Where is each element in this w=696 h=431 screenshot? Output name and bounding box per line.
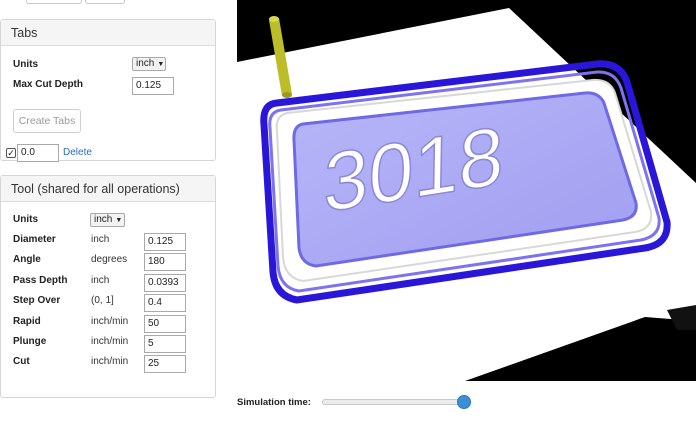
tool-units-value: inch — [94, 214, 113, 225]
tabs-units-value: inch — [136, 58, 155, 69]
tab-enabled-checkbox[interactable]: ✓ — [6, 148, 16, 158]
rapid-input[interactable]: 50 — [144, 315, 186, 333]
plunge-label: Plunge — [13, 336, 47, 347]
top-clipped-input-1[interactable] — [26, 0, 82, 4]
cut-input[interactable]: 25 — [144, 355, 186, 373]
diameter-label: Diameter — [13, 234, 56, 245]
angle-unit: degrees — [91, 254, 128, 265]
tool-units-select[interactable]: inch ▼ — [90, 213, 125, 227]
step-over-input[interactable]: 0.4 — [144, 294, 186, 312]
tabs-panel: Tabs Units inch ▼ Max Cut Depth 0.125 Cre… — [0, 19, 216, 162]
tool-panel: Tool (shared for all operations) Units i… — [0, 175, 216, 398]
plunge-unit: inch/min — [91, 336, 129, 347]
diameter-input[interactable]: 0.125 — [144, 233, 186, 251]
tabs-units-label: Units — [13, 59, 38, 70]
max-cut-depth-label: Max Cut Depth — [13, 79, 83, 90]
simulation-time-slider-handle[interactable] — [457, 395, 471, 409]
simulation-time-slider-track[interactable] — [322, 399, 468, 405]
plunge-input[interactable]: 5 — [144, 335, 186, 353]
cut-label: Cut — [13, 356, 30, 367]
tabs-panel-title: Tabs — [1, 20, 215, 46]
checkmark-icon: ✓ — [7, 148, 15, 158]
stock-render: 3018 — [237, 8, 696, 381]
rapid-label: Rapid — [13, 316, 41, 327]
max-cut-depth-input[interactable]: 0.125 — [132, 77, 174, 95]
angle-label: Angle — [13, 254, 41, 265]
tool-units-label: Units — [13, 214, 38, 225]
pass-depth-label: Pass Depth — [13, 275, 68, 286]
cut-unit: inch/min — [91, 356, 129, 367]
rapid-unit: inch/min — [91, 316, 129, 327]
top-clipped-input-2[interactable] — [85, 0, 125, 4]
pass-depth-input[interactable]: 0.0393 — [144, 274, 186, 292]
create-tabs-button[interactable]: Create Tabs — [13, 109, 81, 133]
tab-delete-link[interactable]: Delete — [63, 144, 92, 162]
simulation-time-label: Simulation time: — [237, 397, 311, 408]
angle-input[interactable]: 180 — [144, 253, 186, 271]
step-over-label: Step Over — [13, 295, 61, 306]
step-over-unit: (0, 1] — [91, 295, 114, 306]
tab-position-input[interactable]: 0.0 — [17, 144, 59, 162]
tool-panel-title: Tool (shared for all operations) — [1, 176, 215, 202]
pass-depth-unit: inch — [91, 275, 110, 286]
tabs-units-select[interactable]: inch ▼ — [132, 57, 166, 71]
diameter-unit: inch — [91, 234, 110, 245]
chevron-down-icon: ▼ — [115, 217, 123, 224]
chevron-down-icon: ▼ — [157, 61, 165, 68]
simulation-viewport[interactable]: 3018 — [237, 0, 696, 381]
